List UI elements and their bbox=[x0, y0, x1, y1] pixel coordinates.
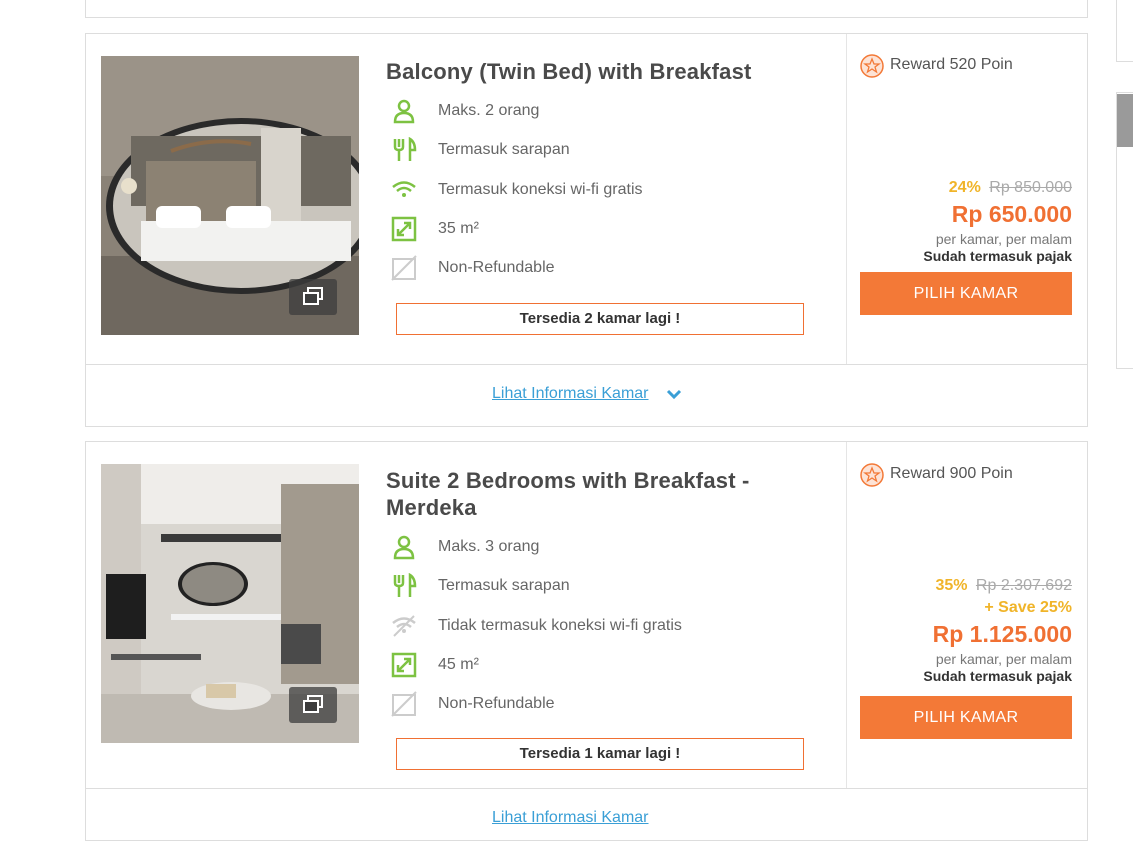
card-divider bbox=[846, 442, 847, 788]
discount-percent: 24% bbox=[948, 179, 981, 196]
room-info-bar: Lihat Informasi Kamar bbox=[86, 788, 1087, 851]
availability-badge: Tersedia 2 kamar lagi ! bbox=[396, 303, 804, 335]
availability-badge: Tersedia 1 kamar lagi ! bbox=[396, 738, 804, 770]
expand-icon bbox=[391, 652, 417, 678]
save-badge: + Save 25% bbox=[984, 599, 1072, 616]
feature-size: 35 m² bbox=[391, 216, 811, 255]
non-refundable-icon bbox=[391, 691, 417, 717]
room-features: Maks. 3 orang Termasuk sarapan Tidak ter… bbox=[391, 534, 811, 730]
select-room-button[interactable]: PILIH KAMAR bbox=[860, 696, 1072, 739]
feature-wifi: Termasuk koneksi wi-fi gratis bbox=[391, 177, 811, 216]
feature-refund: Non-Refundable bbox=[391, 691, 811, 730]
original-price: Rp 2.307.692 bbox=[975, 577, 1072, 594]
room-photo[interactable] bbox=[101, 56, 359, 335]
reward-star-icon bbox=[860, 54, 884, 78]
room-card: Balcony (Twin Bed) with Breakfast Maks. … bbox=[85, 33, 1088, 427]
discount-line: 24% Rp 850.000 bbox=[860, 179, 1072, 197]
feature-wifi: Tidak termasuk koneksi wi-fi gratis bbox=[391, 613, 811, 652]
room-info-link[interactable]: Lihat Informasi Kamar bbox=[492, 385, 649, 403]
discount-percent: 35% bbox=[935, 577, 968, 594]
feature-capacity: Maks. 2 orang bbox=[391, 98, 811, 137]
feature-refund: Non-Refundable bbox=[391, 255, 811, 294]
wifi-icon bbox=[392, 180, 416, 197]
price-block: 35% Rp 2.307.692 + Save 25% Rp 1.125.000… bbox=[860, 577, 1072, 684]
gallery-button[interactable] bbox=[289, 279, 337, 315]
price-unit: per kamar, per malam bbox=[935, 231, 1072, 247]
room-card: Suite 2 Bedrooms with Breakfast - Merdek… bbox=[85, 441, 1088, 841]
room-features: Maks. 2 orang Termasuk sarapan Termasuk … bbox=[391, 98, 811, 294]
room-info-link[interactable]: Lihat Informasi Kamar bbox=[492, 809, 649, 827]
feature-breakfast: Termasuk sarapan bbox=[391, 573, 811, 612]
room-photo[interactable] bbox=[101, 464, 359, 743]
cutlery-icon bbox=[393, 137, 417, 162]
final-price: Rp 1.125.000 bbox=[932, 621, 1072, 647]
tax-note: Sudah termasuk pajak bbox=[923, 248, 1072, 264]
cutlery-icon bbox=[393, 573, 417, 598]
price-block: 24% Rp 850.000 Rp 650.000 per kamar, per… bbox=[860, 179, 1072, 264]
room-info-bar: Lihat Informasi Kamar bbox=[86, 364, 1087, 427]
select-room-button[interactable]: PILIH KAMAR bbox=[860, 272, 1072, 315]
non-refundable-icon bbox=[391, 255, 417, 281]
original-price: Rp 850.000 bbox=[989, 179, 1072, 196]
feature-size: 45 m² bbox=[391, 652, 811, 691]
chevron-down-icon[interactable] bbox=[666, 389, 682, 401]
person-icon bbox=[393, 99, 415, 124]
room-title: Balcony (Twin Bed) with Breakfast bbox=[386, 59, 752, 84]
feature-capacity: Maks. 3 orang bbox=[391, 534, 811, 573]
card-divider bbox=[846, 34, 847, 364]
room-title: Suite 2 Bedrooms with Breakfast - Merdek… bbox=[386, 468, 750, 520]
gallery-icon bbox=[303, 695, 323, 713]
gallery-icon bbox=[303, 287, 323, 305]
previous-room-card bbox=[85, 0, 1088, 18]
sidebar-panel-top bbox=[1116, 0, 1133, 62]
person-icon bbox=[393, 535, 415, 560]
expand-icon bbox=[391, 216, 417, 242]
final-price: Rp 650.000 bbox=[951, 201, 1072, 227]
discount-line: 35% Rp 2.307.692 bbox=[860, 577, 1072, 595]
no-wifi-icon bbox=[392, 614, 416, 637]
sidebar-scrollbar[interactable] bbox=[1117, 94, 1133, 147]
gallery-button[interactable] bbox=[289, 687, 337, 723]
feature-breakfast: Termasuk sarapan bbox=[391, 137, 811, 176]
tax-note: Sudah termasuk pajak bbox=[923, 668, 1072, 684]
price-unit: per kamar, per malam bbox=[935, 651, 1072, 667]
reward-star-icon bbox=[860, 463, 884, 487]
